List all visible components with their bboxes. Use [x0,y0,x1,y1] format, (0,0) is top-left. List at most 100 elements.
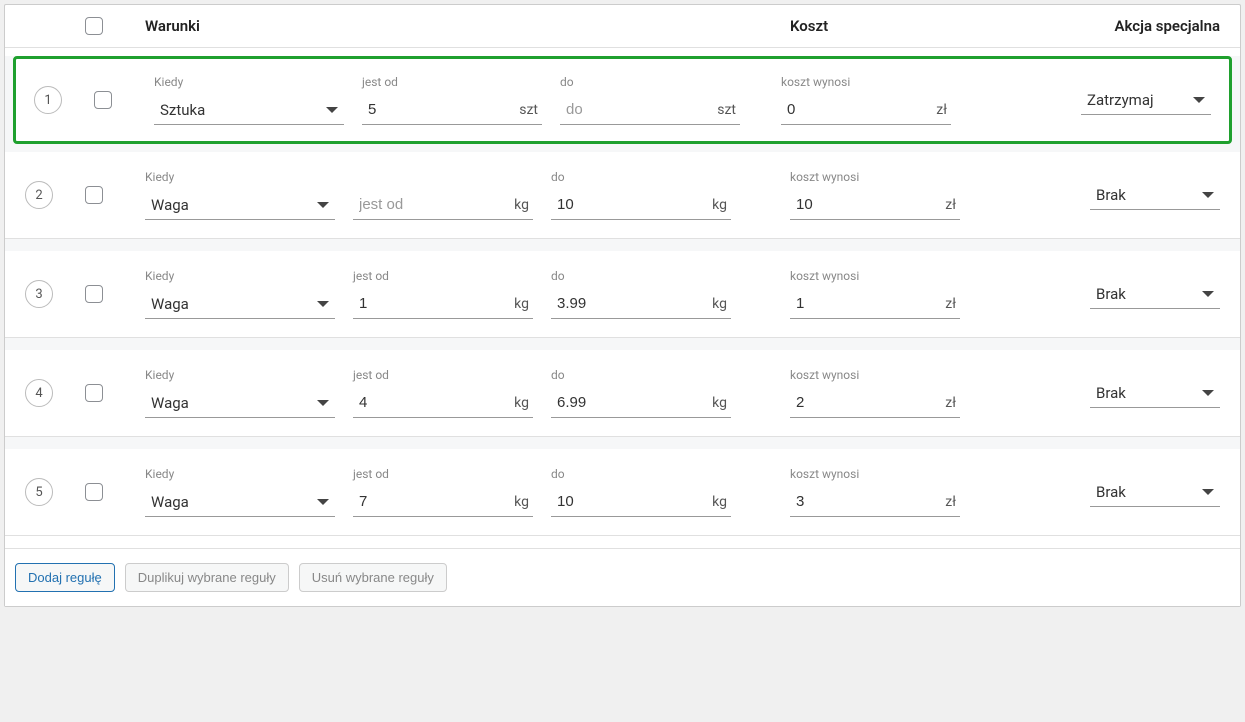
chevron-down-icon [317,202,329,208]
row-checkbox[interactable] [85,285,103,303]
field-label: koszt wynosi [790,368,960,382]
field-label: do [560,75,740,89]
select-all-checkbox[interactable] [85,17,103,35]
when-select[interactable]: Waga [145,487,335,517]
field-label: Kiedy [145,467,335,481]
row-number[interactable]: 1 [34,86,62,114]
field-label: koszt wynosi [790,170,960,184]
cost-input-wrap: zł [790,487,960,517]
cost-input-wrap: zł [790,388,960,418]
chevron-down-icon [317,499,329,505]
select-value: Sztuka [160,101,205,119]
to-input[interactable] [564,100,713,119]
row-checkbox[interactable] [94,91,112,109]
field-label: jest od [362,75,542,89]
field: dokg [551,170,731,220]
to-input[interactable] [555,195,708,214]
row-number[interactable]: 5 [25,478,53,506]
unit-suffix: kg [514,395,529,411]
from-input-wrap: kg [353,190,533,220]
header-action: Akcja specjalna [1050,17,1220,35]
from-input[interactable] [357,195,510,214]
duplicate-rules-button[interactable]: Duplikuj wybrane reguły [125,563,289,592]
unit-suffix: kg [514,296,529,312]
field: koszt wynosi zł [790,467,960,517]
cost-input[interactable] [785,100,932,119]
action-select[interactable]: Brak [1090,279,1220,309]
field: do kg [551,368,731,418]
action-select[interactable]: Brak [1090,378,1220,408]
select-value: Waga [151,493,189,511]
row-number[interactable]: 4 [25,379,53,407]
when-select[interactable]: Waga [145,289,335,319]
select-value: Brak [1096,384,1126,402]
add-rule-button[interactable]: Dodaj regułę [15,563,115,592]
field-label: do [551,467,731,481]
unit-suffix: zł [945,395,956,411]
field: Kiedy Sztuka [154,75,344,125]
field: Kiedy Waga [145,170,335,220]
from-input[interactable] [357,492,510,511]
from-input-wrap: szt [362,95,542,125]
field-label [353,170,533,184]
cost-input[interactable] [794,492,941,511]
rule-row: 5KiedyWagajest odkgdokgkoszt wynosizłBra… [5,449,1240,536]
from-input-wrap: kg [353,388,533,418]
cost-input[interactable] [794,393,941,412]
when-select[interactable]: Sztuka [154,95,344,125]
field-label: Kiedy [145,269,335,283]
cost-input[interactable] [794,294,941,313]
cost-input-wrap: zł [790,190,960,220]
unit-suffix: zł [945,197,956,213]
header-cost: Koszt [790,17,1050,35]
field: koszt wynosizł [781,75,951,125]
to-input-wrap: szt [560,95,740,125]
to-input[interactable] [555,393,708,412]
from-input[interactable] [357,294,510,313]
unit-suffix: zł [936,102,947,118]
field-label: Kiedy [154,75,344,89]
row-checkbox[interactable] [85,483,103,501]
field-label: jest od [353,467,533,481]
cost-input[interactable] [794,195,941,214]
field: Kiedy Waga [145,269,335,319]
select-value: Waga [151,196,189,214]
row-number[interactable]: 3 [25,280,53,308]
to-input-wrap: kg [551,289,731,319]
field-label: koszt wynosi [790,467,960,481]
to-input[interactable] [555,294,708,313]
field: do szt [560,75,740,125]
to-input-wrap: kg [551,388,731,418]
action-select[interactable]: Brak [1090,180,1220,210]
when-select[interactable]: Waga [145,388,335,418]
action-select[interactable]: Zatrzymaj [1081,85,1211,115]
field: jest od szt [362,75,542,125]
unit-suffix: kg [514,494,529,510]
field: kg [353,170,533,220]
unit-suffix: kg [712,197,727,213]
row-checkbox[interactable] [85,186,103,204]
unit-suffix: zł [945,296,956,312]
field: Kiedy Waga [145,467,335,517]
field-label: Kiedy [145,368,335,382]
when-select[interactable]: Waga [145,190,335,220]
row-checkbox[interactable] [85,384,103,402]
field-label: do [551,368,731,382]
to-input[interactable] [555,492,708,511]
select-value: Brak [1096,483,1126,501]
delete-rules-button[interactable]: Usuń wybrane reguły [299,563,447,592]
chevron-down-icon [317,400,329,406]
from-input[interactable] [357,393,510,412]
to-input-wrap: kg [551,190,731,220]
chevron-down-icon [326,107,338,113]
cost-input-wrap: zł [781,95,951,125]
from-input[interactable] [366,100,515,119]
from-input-wrap: kg [353,487,533,517]
rule-row: 4KiedyWagajest odkgdokgkoszt wynosizłBra… [5,350,1240,437]
action-select[interactable]: Brak [1090,477,1220,507]
rule-row: 2 Kiedy Waga kgdokg koszt wynosi zł Brak [5,152,1240,239]
field-label: Kiedy [145,170,335,184]
cost-input-wrap: zł [790,289,960,319]
row-number[interactable]: 2 [25,181,53,209]
field: dokg [551,269,731,319]
